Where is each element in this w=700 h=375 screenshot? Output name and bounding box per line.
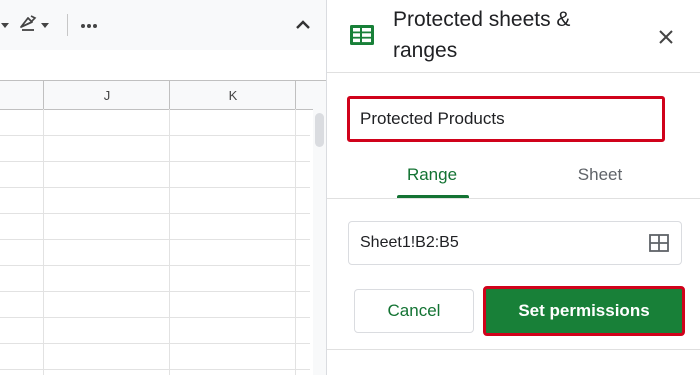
chevron-up-icon [295,16,311,34]
tabs-divider [327,198,700,199]
toolbar [0,0,326,50]
tab-range[interactable]: Range [397,165,467,199]
column-header-row: J K [0,80,326,110]
formula-bar-area [0,50,326,80]
text-rotation-button[interactable] [18,12,49,38]
vertical-scrollbar[interactable] [313,109,326,375]
range-input[interactable]: Sheet1!B2:B5 [348,221,682,265]
column-header-l[interactable] [295,81,327,109]
chevron-down-icon [41,22,49,28]
select-range-grid-icon[interactable] [649,234,669,257]
protected-ranges-panel: Protected sheets & ranges Range Sheet Sh… [326,0,700,375]
more-button[interactable] [80,12,98,38]
set-permissions-button[interactable]: Set permissions [483,286,685,336]
more-icon [80,16,98,34]
column-header-i[interactable] [0,81,43,109]
spreadsheet-area: J K [0,0,326,375]
cell-grid[interactable] [0,109,310,375]
panel-header: Protected sheets & ranges [327,0,700,73]
column-header-j[interactable]: J [43,81,170,109]
text-rotation-icon [18,13,38,38]
toolbar-divider [67,14,68,36]
hide-menus-button[interactable] [295,12,311,38]
panel-title: Protected sheets & ranges [393,8,571,62]
cancel-button[interactable]: Cancel [354,289,474,333]
sheets-logo-icon [349,24,375,51]
chevron-down-icon [1,22,9,28]
text-direction-dropdown[interactable] [0,12,9,38]
tab-sheet[interactable]: Sheet [563,165,637,199]
close-icon[interactable] [657,28,675,46]
range-value: Sheet1!B2:B5 [360,234,459,251]
description-input[interactable] [347,96,665,142]
panel-bottom-divider [327,349,700,350]
column-header-k[interactable]: K [169,81,296,109]
scrollbar-thumb[interactable] [315,113,324,147]
